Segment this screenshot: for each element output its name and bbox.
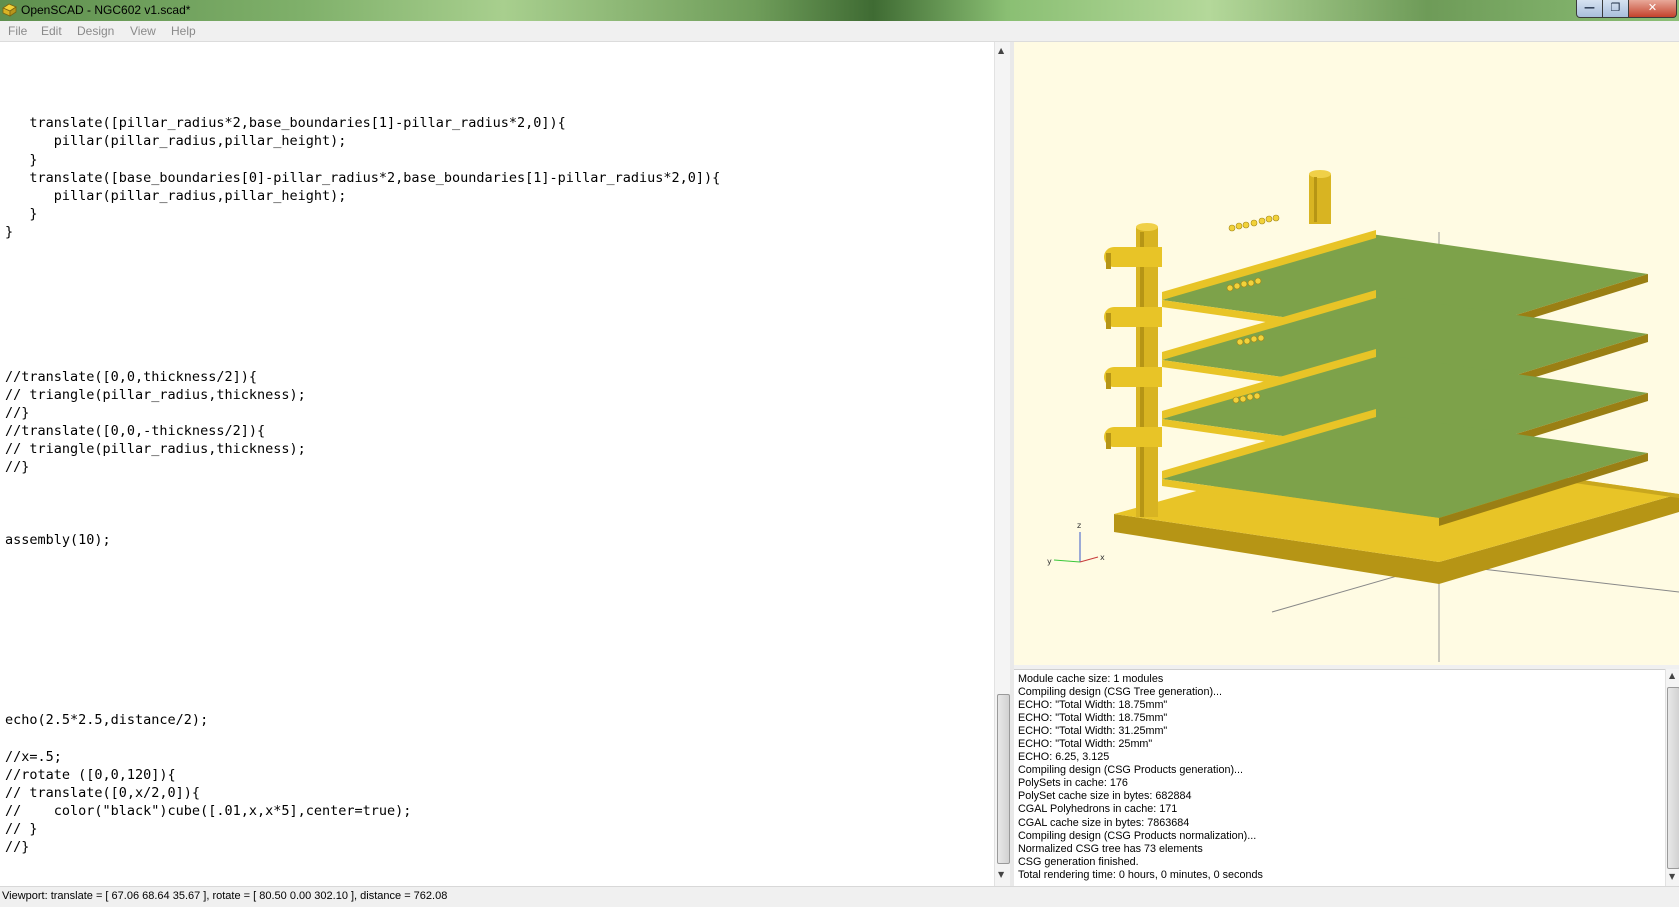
title-bar: OpenSCAD - NGC602 v1.scad* — ❐ ✕: [0, 0, 1679, 21]
console-line: Module cache size: 1 modules: [1018, 673, 1164, 685]
restore-icon: ❐: [1610, 1, 1621, 14]
code-line[interactable]: [5, 241, 720, 259]
code-line[interactable]: [5, 603, 720, 621]
close-button[interactable]: ✕: [1628, 0, 1677, 18]
model-render: z x y: [1047, 170, 1679, 662]
code-line[interactable]: [5, 295, 720, 313]
scroll-down-icon[interactable]: ▼: [998, 870, 1004, 879]
code-line[interactable]: [5, 657, 720, 675]
editor-scrollbar[interactable]: ▲ ▼: [994, 42, 1011, 886]
console-line: CGAL cache size in bytes: 7863684: [1018, 816, 1190, 829]
restore-button[interactable]: ❐: [1602, 0, 1629, 18]
console-output[interactable]: Module cache size: 1 modules Compiling de…: [1014, 669, 1665, 887]
scroll-up-icon[interactable]: ▲: [1669, 671, 1675, 680]
scroll-up-icon[interactable]: ▲: [998, 46, 1004, 55]
code-line[interactable]: [5, 277, 720, 295]
code-line[interactable]: [5, 693, 720, 711]
x-axis-label: x: [1100, 553, 1105, 562]
code-line[interactable]: [5, 78, 720, 96]
code-line[interactable]: // color("black")cube([.01,x,x*5],center…: [5, 802, 720, 820]
console-line: Compiling design (CSG Products generatio…: [1018, 764, 1244, 777]
code-line[interactable]: [5, 512, 720, 530]
console-line: ECHO: "Total Width: 31.25mm": [1018, 725, 1168, 738]
minimize-icon: —: [1584, 1, 1595, 14]
code-line[interactable]: }: [5, 205, 720, 223]
editor-scroll-thumb[interactable]: [997, 694, 1010, 864]
code-line[interactable]: [5, 675, 720, 693]
code-line[interactable]: [5, 730, 720, 748]
code-line[interactable]: [5, 585, 720, 603]
code-line[interactable]: echo(2.5*2.5,distance/2);: [5, 711, 720, 729]
3d-viewport[interactable]: z x y: [1014, 42, 1679, 665]
code-line[interactable]: assembly(10);: [5, 531, 720, 549]
console-scrollbar[interactable]: ▲ ▼: [1665, 669, 1679, 886]
y-axis-label: y: [1047, 557, 1052, 566]
console-line: ECHO: "Total Width: 18.75mm": [1018, 712, 1168, 725]
code-line[interactable]: }: [5, 223, 720, 241]
code-line[interactable]: pillar(pillar_radius,pillar_height);: [5, 187, 720, 205]
menu-help[interactable]: Help: [171, 24, 196, 38]
code-line[interactable]: [5, 639, 720, 657]
menu-view[interactable]: View: [130, 24, 156, 38]
front-pillar: [1104, 223, 1162, 517]
code-line[interactable]: }: [5, 151, 720, 169]
scroll-down-icon[interactable]: ▼: [1669, 872, 1675, 881]
openscad-app-icon: [2, 3, 17, 17]
code-line[interactable]: [5, 332, 720, 350]
console-line: CGAL Polyhedrons in cache: 171: [1018, 803, 1178, 816]
code-line[interactable]: //rotate ([0,0,120]){: [5, 766, 720, 784]
code-line[interactable]: pillar(pillar_radius,pillar_height);: [5, 132, 720, 150]
menu-design[interactable]: Design: [77, 24, 114, 38]
code-line[interactable]: //translate([0,0,thickness/2]){: [5, 368, 720, 386]
z-axis-label: z: [1077, 521, 1081, 530]
code-line[interactable]: [5, 313, 720, 331]
console-line: PolySet cache size in bytes: 682884: [1018, 790, 1192, 803]
code-line[interactable]: [5, 549, 720, 567]
console-scroll-thumb[interactable]: [1667, 687, 1679, 869]
console-line: Compiling design (CSG Products normaliza…: [1018, 829, 1257, 842]
minimize-button[interactable]: —: [1576, 0, 1603, 18]
code-line[interactable]: //}: [5, 404, 720, 422]
menu-edit[interactable]: Edit: [41, 24, 62, 38]
menu-file[interactable]: File: [8, 24, 27, 38]
code-line[interactable]: // triangle(pillar_radius,thickness);: [5, 440, 720, 458]
code-line[interactable]: //x=.5;: [5, 748, 720, 766]
close-icon: ✕: [1647, 1, 1658, 14]
code-line[interactable]: // }: [5, 820, 720, 838]
console-lines: Module cache size: 1 modules Compiling de…: [1014, 673, 1263, 882]
axis-gizmo: z x y: [1047, 521, 1105, 566]
console-line: Total rendering time: 0 hours, 0 minutes…: [1018, 868, 1263, 881]
code-line[interactable]: [5, 567, 720, 585]
console-line: CSG generation finished.: [1018, 855, 1139, 868]
console-line: Normalized CSG tree has 73 elements: [1018, 842, 1203, 855]
code-line[interactable]: //}: [5, 838, 720, 856]
console-line: PolySets in cache: 176: [1018, 777, 1128, 790]
console-line: ECHO: "Total Width: 25mm": [1018, 738, 1153, 751]
status-bar: Viewport: translate = [ 67.06 68.64 35.6…: [0, 886, 1679, 907]
code-line[interactable]: translate([base_boundaries[0]-pillar_rad…: [5, 169, 720, 187]
code-line[interactable]: [5, 259, 720, 277]
code-line[interactable]: [5, 96, 720, 114]
code-line[interactable]: [5, 350, 720, 368]
code-line[interactable]: //}: [5, 458, 720, 476]
menu-bar: File Edit Design View Help: [0, 21, 1679, 42]
code-line[interactable]: // triangle(pillar_radius,thickness);: [5, 386, 720, 404]
code-line[interactable]: [5, 42, 720, 60]
window-title: OpenSCAD - NGC602 v1.scad*: [21, 3, 191, 17]
console-line: ECHO: 6.25, 3.125: [1018, 751, 1110, 764]
code-text[interactable]: translate([pillar_radius*2,base_boundari…: [5, 42, 720, 856]
viewport-status: Viewport: translate = [ 67.06 68.64 35.6…: [2, 890, 448, 902]
code-line[interactable]: // translate([0,x/2,0]){: [5, 784, 720, 802]
code-editor[interactable]: translate([pillar_radius*2,base_boundari…: [0, 42, 994, 886]
console-line: ECHO: "Total Width: 18.75mm": [1018, 699, 1168, 712]
code-line[interactable]: //translate([0,0,-thickness/2]){: [5, 422, 720, 440]
code-line[interactable]: [5, 60, 720, 78]
code-line[interactable]: translate([pillar_radius*2,base_boundari…: [5, 114, 720, 132]
code-line[interactable]: [5, 476, 720, 494]
console-line: Compiling design (CSG Tree generation)..…: [1018, 686, 1223, 699]
code-line[interactable]: [5, 621, 720, 639]
code-line[interactable]: [5, 494, 720, 512]
